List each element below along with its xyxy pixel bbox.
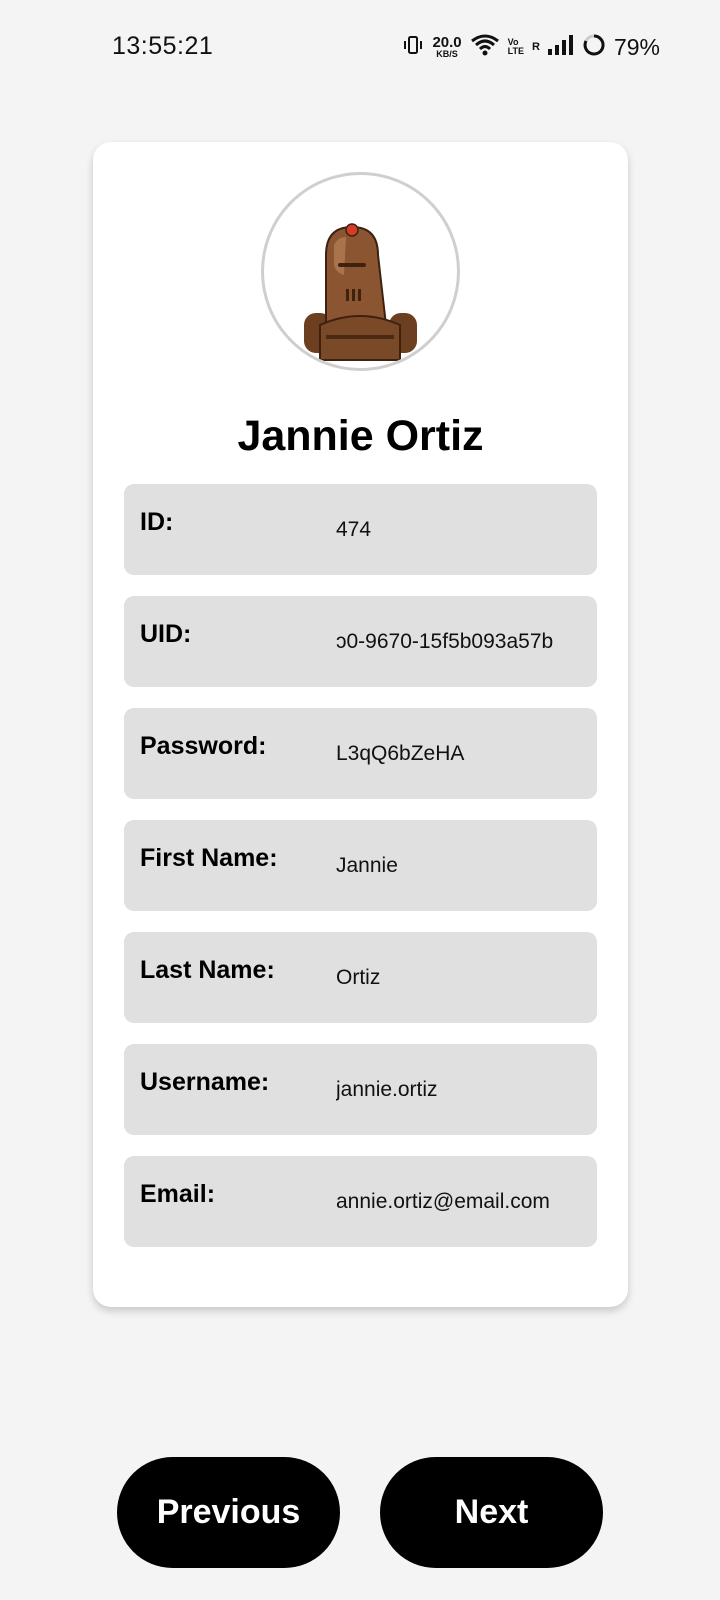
status-time: 13:55:21 [112,32,214,60]
profile-card: Jannie Ortiz ID: 474 UID: ɔ0-9670-15f5b0… [93,142,628,1307]
field-label: Username: [140,1068,270,1096]
field-label: ID: [140,508,174,536]
previous-button[interactable]: Previous [117,1457,340,1568]
wifi-icon [470,33,500,62]
field-value: annie.ortiz@email.com [336,1190,550,1213]
field-label: First Name: [140,844,278,872]
field-last-name: Last Name: Ortiz [124,932,597,1023]
signal-icon [547,34,574,60]
profile-name: Jannie Ortiz [237,412,484,460]
field-value: ɔ0-9670-15f5b093a57b [336,630,554,653]
field-label: Password: [140,732,267,760]
network-speed: 20.0 KB/S [432,34,462,59]
next-button[interactable]: Next [380,1457,603,1568]
battery-percent: 79% [613,33,660,60]
field-password: Password: L3qQ6bZeHA [124,708,597,799]
field-label: Last Name: [140,956,275,984]
field-label: Email: [140,1180,216,1208]
status-icons: 20.0 KB/S Vo LTE R 79% [402,30,660,64]
vibrate-icon [402,34,424,61]
field-id: ID: 474 [124,484,597,575]
status-bar: 13:55:21 20.0 KB/S Vo LTE R 79% [0,0,720,96]
field-value: L3qQ6bZeHA [336,742,465,765]
field-label: UID: [140,620,192,648]
field-first-name: First Name: Jannie [124,820,597,911]
field-uid: UID: ɔ0-9670-15f5b093a57b [124,596,597,687]
field-value: Jannie [336,854,398,877]
roaming-indicator: R [532,41,540,53]
field-value: Ortiz [336,966,381,989]
field-email: Email: annie.ortiz@email.com [124,1156,597,1247]
volte-indicator: Vo LTE [507,37,524,56]
avatar [261,172,460,371]
robot-avatar-icon [304,223,417,361]
field-value: jannie.ortiz [336,1078,438,1101]
field-username: Username: jannie.ortiz [124,1044,597,1135]
battery-ring-icon [582,33,606,62]
field-value: 474 [336,518,372,541]
